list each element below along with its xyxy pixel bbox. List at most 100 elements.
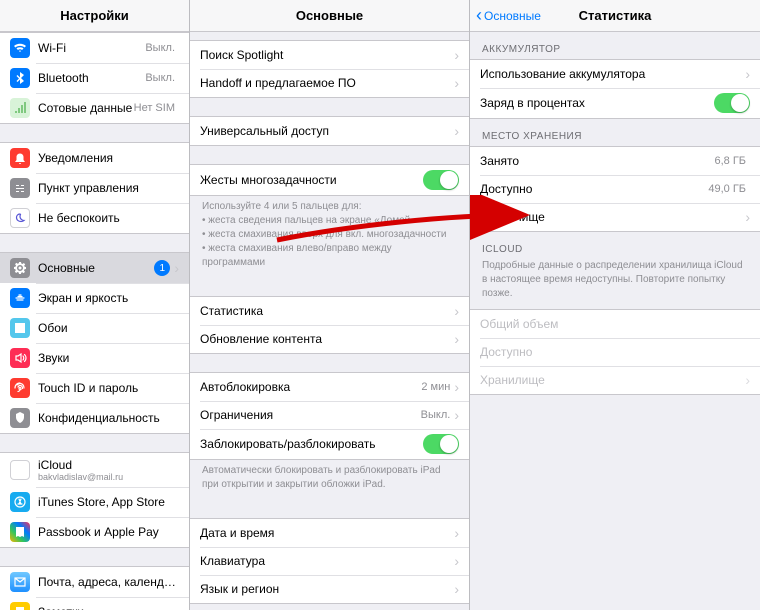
sidebar-item-touchid[interactable]: Touch ID и пароль <box>0 373 189 403</box>
sidebar-item-label: Обои <box>38 321 179 335</box>
general-row[interactable]: ОграниченияВыкл.› <box>190 401 469 429</box>
row-label: Поиск Spotlight <box>200 48 454 62</box>
sidebar-item-display[interactable]: Экран и яркость <box>0 283 189 313</box>
wallpaper-icon <box>10 318 30 338</box>
general-pane: Основные Поиск Spotlight›Handoff и предл… <box>190 0 470 610</box>
general-row[interactable]: Клавиатура› <box>190 547 469 575</box>
section-header: ICLOUD <box>470 232 760 259</box>
row-value: 2 мин <box>421 381 450 393</box>
sounds-icon <box>10 348 30 368</box>
chevron-right-icon: › <box>454 331 459 347</box>
notifications-icon <box>10 148 30 168</box>
touchid-icon <box>10 378 30 398</box>
sidebar-item-mail[interactable]: Почта, адреса, календари <box>0 567 189 597</box>
sidebar-item-label: Конфиденциальность <box>38 411 179 425</box>
section-footer: Подробные данные о распределении хранили… <box>470 259 760 309</box>
usage-row: Доступно <box>470 338 760 366</box>
row-label: Handoff и предлагаемое ПО <box>200 76 454 90</box>
settings-sidebar: Настройки Wi-FiВыкл.BluetoothВыкл.Сотовы… <box>0 0 190 610</box>
row-label: Ограничения <box>200 408 421 422</box>
general-row[interactable]: Дата и время› <box>190 519 469 547</box>
general-title: Основные <box>296 8 363 23</box>
sidebar-item-notifications[interactable]: Уведомления <box>0 143 189 173</box>
general-row[interactable]: Язык и регион› <box>190 575 469 603</box>
general-row[interactable]: Поиск Spotlight› <box>190 41 469 69</box>
sidebar-item-cellular[interactable]: Сотовые данныеНет SIM <box>0 93 189 123</box>
row-label: Использование аккумулятора <box>480 67 745 81</box>
sidebar-item-value: Нет SIM <box>134 102 175 114</box>
controlcenter-icon <box>10 178 30 198</box>
row-value: Выкл. <box>421 409 451 421</box>
section-header: МЕСТО ХРАНЕНИЯ <box>470 119 760 146</box>
sidebar-item-icloud[interactable]: iCloudbakvladislav@mail.ru <box>0 453 189 487</box>
usage-row[interactable]: Заряд в процентах <box>470 88 760 118</box>
sidebar-item-label: Почта, адреса, календари <box>38 575 179 589</box>
toggle-switch[interactable] <box>423 170 459 190</box>
chevron-right-icon: › <box>454 47 459 63</box>
general-row[interactable]: Жесты многозадачности <box>190 165 469 195</box>
mail-icon <box>10 572 30 592</box>
chevron-right-icon: › <box>454 553 459 569</box>
general-row[interactable]: Автоблокировка2 мин › <box>190 373 469 401</box>
sidebar-item-label: Экран и яркость <box>38 291 179 305</box>
sidebar-item-label: Пункт управления <box>38 181 179 195</box>
chevron-right-icon: › <box>454 123 459 139</box>
general-row[interactable]: Статистика› <box>190 297 469 325</box>
row-label: Занято <box>480 154 714 168</box>
section-header: АККУМУЛЯТОР <box>470 32 760 59</box>
row-label: Доступно <box>480 182 708 196</box>
sidebar-item-general[interactable]: Основные1› <box>0 253 189 283</box>
chevron-right-icon: › <box>454 379 459 395</box>
general-row[interactable]: Универсальный доступ› <box>190 117 469 145</box>
back-button[interactable]: ‹ Основные <box>476 5 541 26</box>
sidebar-title: Настройки <box>60 8 129 23</box>
usage-row[interactable]: Занято6,8 ГБ <box>470 147 760 175</box>
sidebar-item-label: Не беспокоить <box>38 211 179 225</box>
row-value: 49,0 ГБ <box>708 183 746 195</box>
sidebar-item-wallpaper[interactable]: Обои <box>0 313 189 343</box>
sidebar-item-label: Звуки <box>38 351 179 365</box>
icloud-icon <box>10 460 30 480</box>
sidebar-item-passbook[interactable]: Passbook и Apple Pay <box>0 517 189 547</box>
bluetooth-icon <box>10 68 30 88</box>
notes-icon <box>10 602 30 610</box>
general-row[interactable]: Заблокировать/разблокировать <box>190 429 469 459</box>
row-label: Дата и время <box>200 526 454 540</box>
general-icon <box>10 258 30 278</box>
sidebar-item-bluetooth[interactable]: BluetoothВыкл. <box>0 63 189 93</box>
row-label: Автоблокировка <box>200 380 421 394</box>
toggle-switch[interactable] <box>714 93 750 113</box>
usage-row[interactable]: Хранилище› <box>470 203 760 231</box>
toggle-switch[interactable] <box>423 434 459 454</box>
row-label: Язык и регион <box>200 582 454 596</box>
usage-header: ‹ Основные Статистика <box>470 0 760 32</box>
sidebar-item-notes[interactable]: Заметки <box>0 597 189 610</box>
display-icon <box>10 288 30 308</box>
usage-row[interactable]: Использование аккумулятора› <box>470 60 760 88</box>
badge: 1 <box>154 260 170 276</box>
row-label: Хранилище <box>480 210 745 224</box>
sidebar-item-wifi[interactable]: Wi-FiВыкл. <box>0 33 189 63</box>
chevron-right-icon: › <box>454 75 459 91</box>
chevron-left-icon: ‹ <box>476 5 482 26</box>
general-row[interactable]: Обновление контента› <box>190 325 469 353</box>
chevron-right-icon: › <box>454 303 459 319</box>
back-label: Основные <box>484 9 541 23</box>
sidebar-item-privacy[interactable]: Конфиденциальность <box>0 403 189 433</box>
group-footer: Автоматически блокировать и разблокирова… <box>190 460 469 500</box>
sidebar-item-label: Touch ID и пароль <box>38 381 179 395</box>
usage-pane: ‹ Основные Статистика АККУМУЛЯТОРИспольз… <box>470 0 760 610</box>
usage-row[interactable]: Доступно49,0 ГБ <box>470 175 760 203</box>
row-label: Заблокировать/разблокировать <box>200 437 423 451</box>
row-label: Жесты многозадачности <box>200 173 423 187</box>
sidebar-item-controlcenter[interactable]: Пункт управления <box>0 173 189 203</box>
chevron-right-icon: › <box>454 525 459 541</box>
sidebar-item-label: iTunes Store, App Store <box>38 495 179 509</box>
sidebar-item-sounds[interactable]: Звуки <box>0 343 189 373</box>
sidebar-item-dnd[interactable]: Не беспокоить <box>0 203 189 233</box>
row-label: Общий объем <box>480 317 750 331</box>
general-row[interactable]: Handoff и предлагаемое ПО› <box>190 69 469 97</box>
sidebar-item-label: Сотовые данные <box>38 101 134 115</box>
appstore-icon <box>10 492 30 512</box>
sidebar-item-appstore[interactable]: iTunes Store, App Store <box>0 487 189 517</box>
